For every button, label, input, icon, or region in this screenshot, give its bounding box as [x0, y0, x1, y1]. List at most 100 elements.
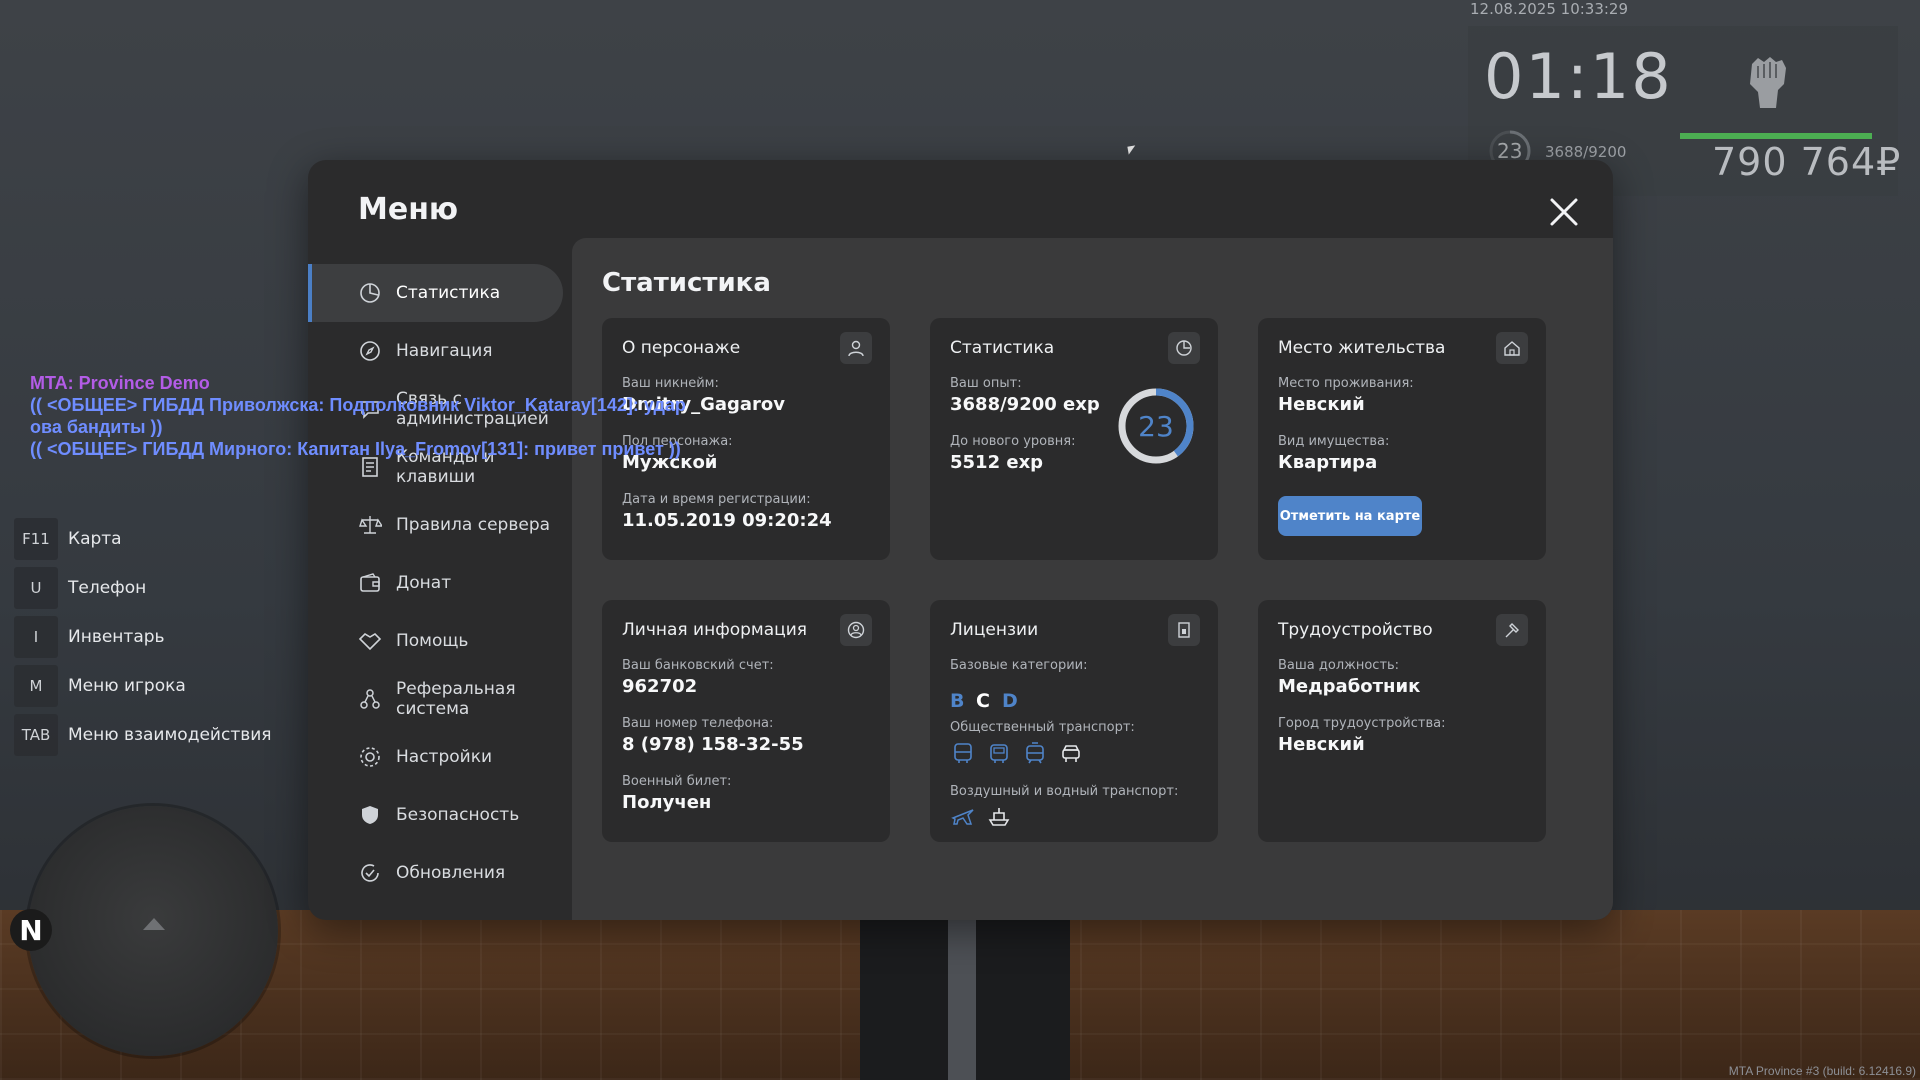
health-bar-fill [1680, 133, 1872, 139]
hotkey-inventory[interactable]: I Инвентарь [14, 616, 272, 658]
next-level-value: 5512 exp [950, 452, 1044, 473]
mark-on-map-button[interactable]: Отметить на карте [1278, 496, 1422, 536]
license-document-icon [1168, 614, 1200, 646]
nav-item-rules[interactable]: Правила сервера [308, 496, 563, 554]
north-marker: N [10, 909, 52, 951]
military-value: Получен [622, 792, 712, 813]
hammer-icon [1496, 614, 1528, 646]
build-info: MTA Province #3 (build: 6.12416.9) [1728, 1064, 1916, 1078]
card-residence: Место жительства Место проживания: Невск… [1258, 318, 1546, 560]
card-licenses: Лицензии Базовые категории: B C D Общест… [930, 600, 1218, 842]
card-title: Место жительства [1278, 338, 1446, 358]
hotkey-map[interactable]: F11 Карта [14, 518, 272, 560]
phone-value: 8 (978) 158-32-55 [622, 734, 804, 755]
position-value: Медработник [1278, 676, 1421, 697]
plane-icon [951, 809, 974, 825]
shield-icon [362, 806, 378, 824]
hotkey-interaction-menu[interactable]: TAB Меню взаимодействия [14, 714, 272, 756]
menu-title: Меню [358, 192, 459, 227]
nav-item-donate[interactable]: Донат [308, 554, 563, 612]
scales-icon [359, 516, 382, 534]
phone-label: Ваш номер телефона: [622, 716, 774, 731]
hotkey-player-menu[interactable]: M Меню игрока [14, 665, 272, 707]
position-label: Ваша должность: [1278, 658, 1400, 673]
nav-label: Настройки [396, 746, 493, 767]
public-transport-label: Общественный транспорт: [950, 720, 1135, 735]
license-category-d: D [1002, 690, 1018, 712]
handshake-icon [358, 632, 382, 651]
hotkey-list: F11 Карта U Телефон I Инвентарь M Меню игрок… [14, 518, 272, 763]
nav-item-settings[interactable]: Настройки [308, 728, 563, 786]
sidebar-nav: Статистика Навигация Связь с администрац… [308, 264, 563, 902]
chat-server-line: MTA: Province Demo [30, 373, 210, 393]
nav-item-referral[interactable]: Реферальная система [308, 670, 563, 728]
nav-item-help[interactable]: Помощь [308, 612, 563, 670]
hotkey-label: Телефон [68, 578, 147, 598]
job-city-label: Город трудоустройства: [1278, 716, 1446, 731]
fist-icon [1750, 57, 1786, 108]
nav-item-updates[interactable]: Обновления [308, 844, 563, 902]
hotkey-label: Карта [68, 529, 122, 549]
pie-chart-icon [1168, 332, 1200, 364]
chat-log: MTA: Province Demo (( <ОБЩЕЕ> ГИБДД Прив… [30, 372, 686, 460]
wallet-icon [360, 573, 380, 592]
compass-icon [360, 341, 380, 361]
hud-money: 790 764₽ [1712, 140, 1902, 184]
house-icon [1496, 332, 1528, 364]
hud-datetime: 12.08.2025 10:33:29 [1470, 0, 1629, 18]
exp-value: 3688/9200 exp [950, 394, 1100, 415]
gear-icon [360, 747, 380, 767]
hud-exp: 3688/9200 [1545, 143, 1627, 161]
content-panel: Статистика О персонаже Ваш никнейм: Dmit… [572, 238, 1613, 920]
public-transport-icons [950, 740, 1084, 766]
nav-label: Статистика [396, 282, 501, 303]
job-city-value: Невский [1278, 734, 1365, 755]
hotkey-phone[interactable]: U Телефон [14, 567, 272, 609]
tram-icon [1026, 742, 1044, 764]
radar-minimap [28, 806, 278, 1056]
chat-line: (( <ОБЩЕЕ> ГИБДД Мирного: Капитан Ilya_F… [30, 439, 681, 459]
content-title: Статистика [602, 268, 771, 298]
chat-line: (( <ОБЩЕЕ> ГИБДД Приволжска: Подполковни… [30, 395, 686, 415]
residence-label: Место проживания: [1278, 376, 1414, 391]
hotkey-key: TAB [14, 714, 58, 756]
close-icon[interactable] [1544, 192, 1584, 232]
base-categories-label: Базовые категории: [950, 658, 1088, 673]
exp-label: Ваш опыт: [950, 376, 1022, 391]
card-stats: Статистика Ваш опыт: 3688/9200 exp До но… [930, 318, 1218, 560]
trolleybus-icon [990, 744, 1008, 763]
health-bar [1680, 133, 1880, 139]
nav-item-security[interactable]: Безопасность [308, 786, 563, 844]
license-category-c: C [976, 690, 990, 712]
nav-item-statistics[interactable]: Статистика [308, 264, 563, 322]
card-title: Личная информация [622, 620, 808, 640]
nav-label: Правила сервера [396, 514, 551, 535]
referral-icon [360, 689, 380, 709]
hotkey-label: Меню взаимодействия [68, 725, 272, 745]
bank-label: Ваш банковский счет: [622, 658, 774, 673]
card-title: Трудоустройство [1278, 620, 1433, 640]
hotkey-label: Меню игрока [68, 676, 186, 696]
registration-label: Дата и время регистрации: [622, 492, 811, 507]
user-circle-icon [840, 614, 872, 646]
player-character-legs [860, 900, 1070, 1080]
nav-label: Донат [396, 572, 452, 593]
residence-value: Невский [1278, 394, 1365, 415]
pie-chart-icon [360, 283, 380, 303]
hud-clock: 01:18 [1484, 40, 1673, 113]
hotkey-label: Инвентарь [68, 627, 165, 647]
user-icon [840, 332, 872, 364]
registration-value: 11.05.2019 09:20:24 [622, 510, 832, 531]
card-title: О персонаже [622, 338, 741, 358]
taxi-icon [1062, 745, 1080, 762]
boat-icon [988, 808, 1010, 826]
card-title: Статистика [950, 338, 1055, 358]
card-personal: Личная информация Ваш банковский счет: 9… [602, 600, 890, 842]
card-job: Трудоустройство Ваша должность: Медработ… [1258, 600, 1546, 842]
menu-window: Меню Статистика Навигация Связь с админи… [308, 160, 1613, 920]
hotkey-key: I [14, 616, 58, 658]
hotkey-key: F11 [14, 518, 58, 560]
hotkey-key: M [14, 665, 58, 707]
property-type-label: Вид имущества: [1278, 434, 1390, 449]
player-arrow-icon [143, 918, 165, 930]
